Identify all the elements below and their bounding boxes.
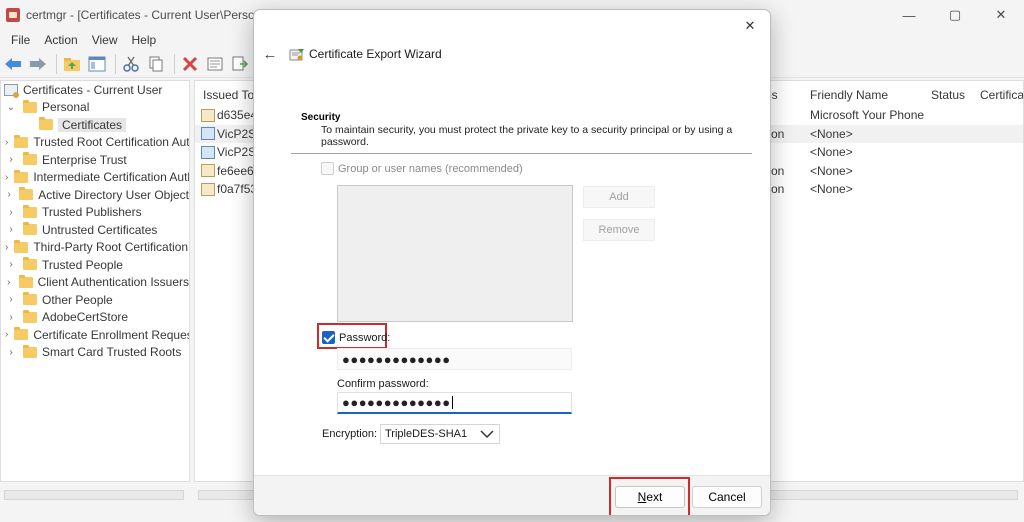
- group-or-user-names-checkbox[interactable]: Group or user names (recommended): [321, 162, 523, 175]
- password-checkbox[interactable]: Password:: [322, 331, 390, 344]
- back-arrow-button[interactable]: ←: [260, 44, 280, 64]
- security-description: To maintain security, you must protect t…: [321, 124, 733, 148]
- encryption-select[interactable]: TripleDES-SHA1: [380, 424, 500, 444]
- checkbox-box[interactable]: [321, 162, 334, 175]
- certificate-export-wizard: ✕ ← Certificate Export Wizard Security T…: [253, 9, 771, 516]
- remove-button[interactable]: Remove: [583, 219, 655, 241]
- chevron-down-icon: [480, 430, 494, 439]
- certificate-wizard-icon: [289, 49, 304, 61]
- next-button[interactable]: Next: [615, 486, 685, 508]
- next-label-rest: ext: [646, 490, 663, 504]
- encryption-label: Encryption:: [322, 428, 378, 440]
- encryption-value: TripleDES-SHA1: [385, 428, 468, 440]
- password-label: Password:: [339, 331, 391, 344]
- group-user-names-list[interactable]: [337, 185, 573, 322]
- checkbox-checked-icon[interactable]: [322, 331, 335, 344]
- header-divider: [291, 153, 752, 154]
- confirm-password-input[interactable]: ●●●●●●●●●●●●●: [337, 392, 572, 414]
- password-input[interactable]: ●●●●●●●●●●●●●: [337, 348, 572, 370]
- next-access-key: N: [637, 490, 647, 504]
- password-value: ●●●●●●●●●●●●●: [342, 351, 451, 367]
- security-heading: Security: [301, 112, 341, 123]
- confirm-password-value: ●●●●●●●●●●●●●: [342, 395, 451, 410]
- confirm-password-label: Confirm password:: [337, 378, 429, 390]
- group-checkbox-label: Group or user names (recommended): [338, 162, 523, 175]
- cancel-button[interactable]: Cancel: [692, 486, 762, 508]
- add-button[interactable]: Add: [583, 186, 655, 208]
- wizard-title: Certificate Export Wizard: [309, 47, 442, 61]
- dialog-close-button[interactable]: ✕: [740, 16, 760, 36]
- text-caret: [451, 396, 453, 409]
